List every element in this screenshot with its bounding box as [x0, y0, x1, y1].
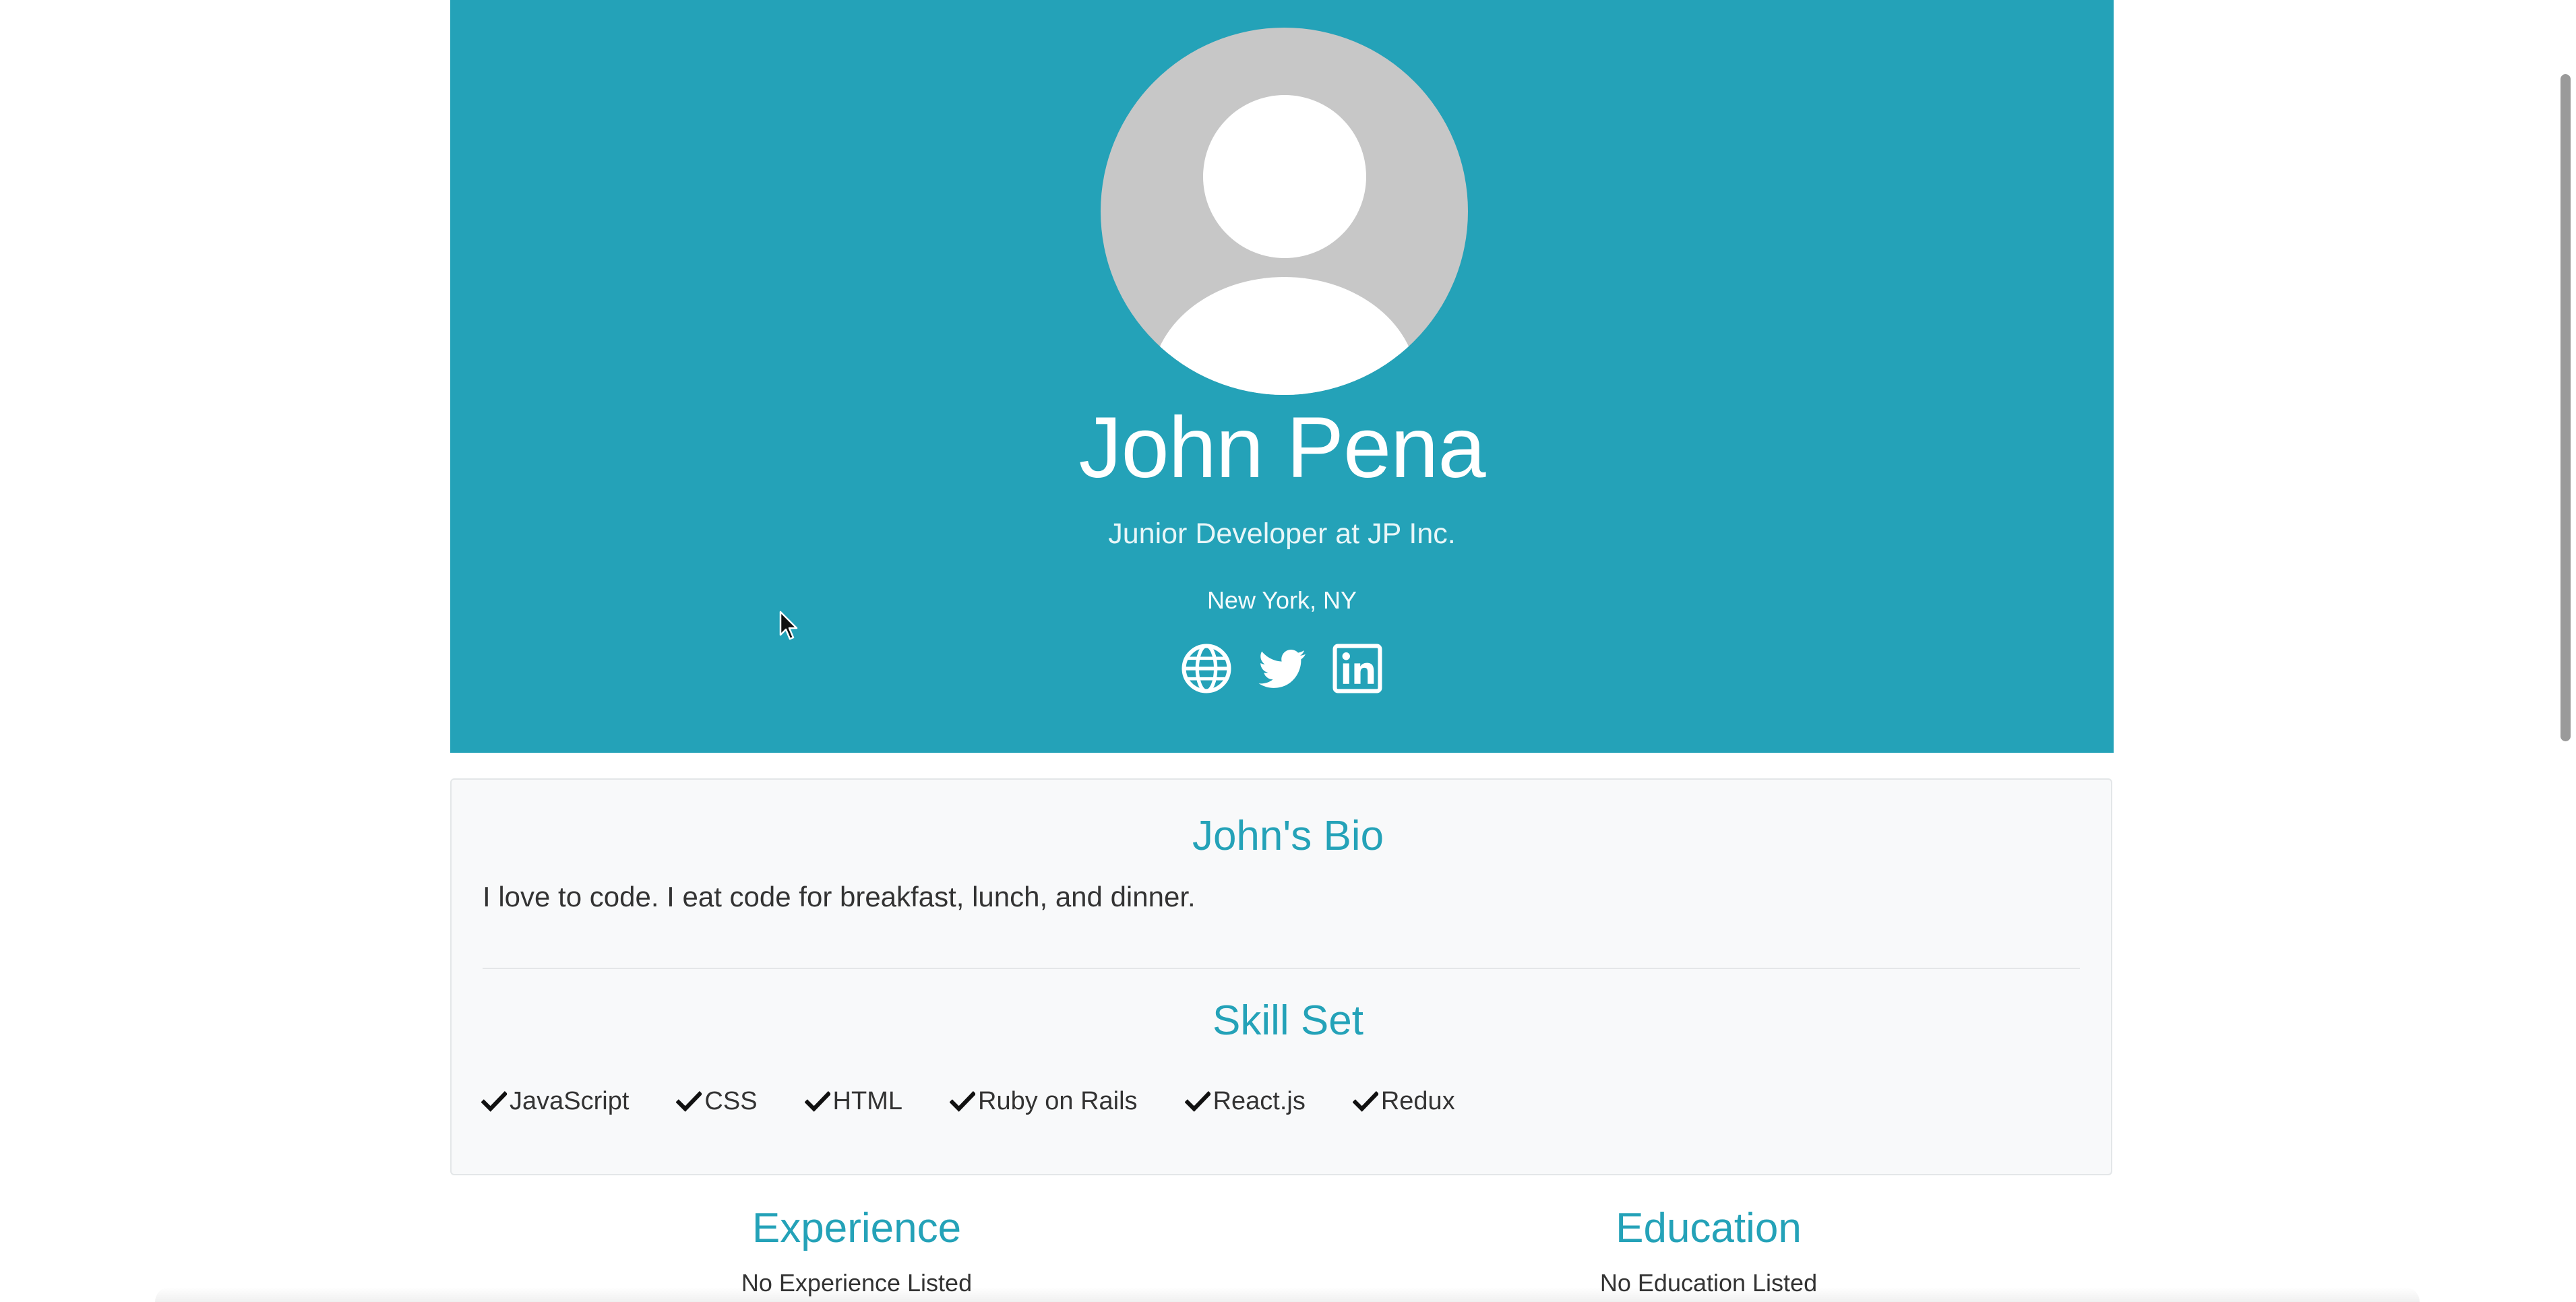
skill-item: JavaScript — [481, 1082, 629, 1120]
profile-header: John Pena Junior Developer at JP Inc. Ne… — [450, 0, 2114, 753]
skills-heading: Skill Set — [1213, 997, 1363, 1044]
bio-heading: John's Bio — [1192, 813, 1384, 859]
bio-text: I love to code. I eat code for breakfast… — [483, 881, 1196, 912]
check-icon — [1352, 1088, 1378, 1114]
skill-label: JavaScript — [510, 1087, 630, 1115]
check-icon — [676, 1088, 702, 1114]
divider — [483, 968, 2080, 969]
page-viewport: John Pena Junior Developer at JP Inc. Ne… — [0, 0, 2576, 1302]
skill-item: Redux — [1352, 1082, 1455, 1120]
avatar-head — [1203, 95, 1366, 258]
skill-label: HTML — [832, 1087, 902, 1115]
check-icon — [950, 1088, 975, 1114]
profile-name: John Pena — [1078, 400, 1485, 496]
skill-item: Ruby on Rails — [950, 1082, 1138, 1120]
mouse-cursor-icon — [779, 611, 799, 642]
check-icon — [1184, 1088, 1210, 1114]
experience-heading: Experience — [752, 1205, 962, 1251]
skill-item: HTML — [804, 1082, 902, 1120]
vertical-scrollbar-thumb[interactable] — [2560, 74, 2571, 741]
avatar-shoulders — [1151, 277, 1417, 395]
globe-icon[interactable] — [1181, 643, 1232, 694]
skill-label: React.js — [1213, 1087, 1306, 1115]
check-icon — [804, 1088, 830, 1114]
skill-item: React.js — [1184, 1082, 1306, 1120]
profile-location: New York, NY — [1206, 586, 1357, 614]
twitter-icon[interactable] — [1256, 643, 1308, 694]
linkedin-icon[interactable] — [1332, 643, 1383, 694]
skill-item: CSS — [676, 1082, 758, 1120]
social-links — [450, 642, 2114, 695]
skill-label: CSS — [704, 1087, 758, 1115]
avatar — [1101, 28, 1468, 395]
check-icon — [481, 1088, 507, 1114]
education-heading: Education — [1616, 1205, 1802, 1251]
skills-list: JavaScript CSS HTML Ruby on Rails React.… — [481, 1082, 1455, 1120]
bottom-shadow — [155, 1287, 2420, 1302]
skill-label: Ruby on Rails — [978, 1087, 1138, 1115]
profile-job-title: Junior Developer at JP Inc. — [1108, 518, 1456, 550]
skill-label: Redux — [1380, 1087, 1455, 1115]
